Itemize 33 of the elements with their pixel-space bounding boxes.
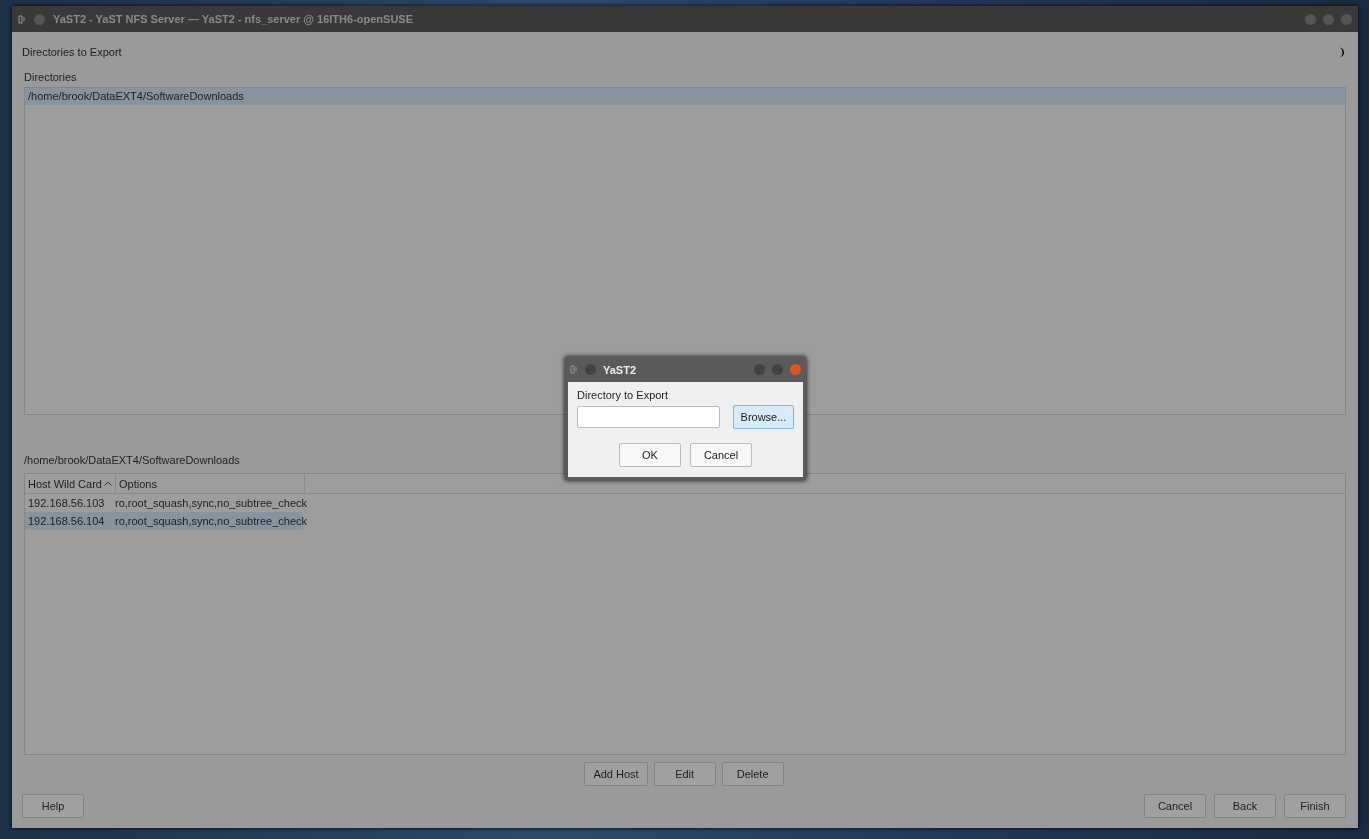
sort-icon (104, 481, 112, 486)
close-button[interactable] (1341, 13, 1352, 25)
directory-input-field[interactable] (577, 406, 720, 428)
browse-button[interactable]: Browse... (733, 405, 794, 429)
directories-label: Directories (24, 71, 78, 85)
pin-button[interactable] (585, 364, 596, 375)
pin-button[interactable] (34, 13, 45, 25)
dialog-button[interactable]: Cancel (690, 443, 752, 467)
nav-button[interactable]: Finish (1284, 794, 1346, 818)
minimize-button[interactable] (754, 364, 765, 375)
column-header[interactable]: Host Wild Card (25, 474, 116, 493)
window-menu-icon[interactable] (570, 365, 578, 374)
nav-button[interactable]: Cancel (1144, 794, 1206, 818)
maximize-button[interactable] (1323, 13, 1334, 25)
directory-item[interactable]: /home/brook/DataEXT4/SoftwareDownloads (25, 88, 1345, 105)
hosts-label: /home/brook/DataEXT4/SoftwareDownloads (24, 454, 240, 468)
table-action-button[interactable]: Edit (653, 762, 716, 786)
dialog-button[interactable]: OK (619, 443, 681, 467)
field-label: Directory to Export (577, 389, 670, 401)
page-heading: Directories to Export (22, 46, 122, 58)
dialog-title: YaST2 (603, 363, 638, 376)
close-button[interactable] (790, 364, 801, 375)
table-action-button[interactable]: Add Host (584, 762, 648, 786)
nav-button[interactable]: Back (1214, 794, 1276, 818)
maximize-button[interactable] (772, 364, 783, 375)
window-title: YaST2 - YaST NFS Server — YaST2 - nfs_server @ 16ITH6-openSUSE (53, 13, 415, 25)
window-menu-icon[interactable] (18, 14, 26, 24)
table-cell-text: 192.168.56.104 (27, 514, 106, 529)
table-action-button[interactable]: Delete (721, 762, 784, 786)
table-cell-text: 192.168.56.103 (27, 496, 106, 511)
help-button[interactable]: Help (22, 794, 84, 818)
minimize-button[interactable] (1305, 13, 1316, 25)
column-header[interactable]: Options (116, 474, 305, 493)
